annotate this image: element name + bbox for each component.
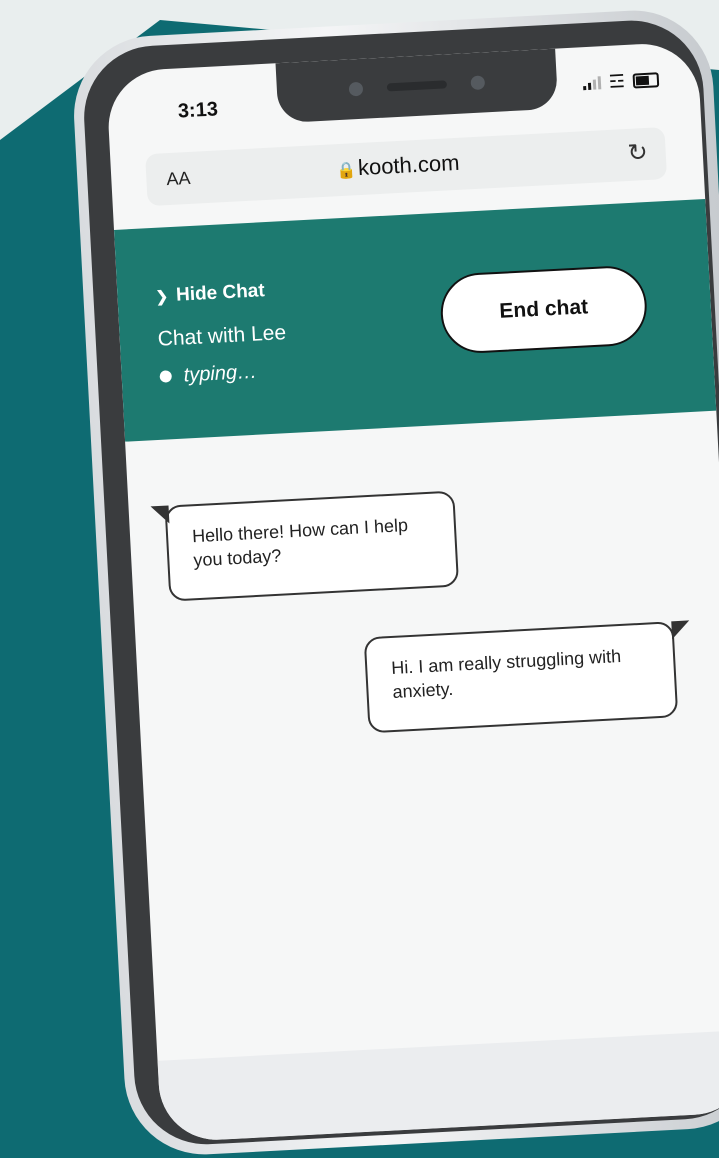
reload-icon[interactable]: ↻: [627, 138, 649, 168]
camera-dot: [470, 75, 486, 91]
speaker-grille: [386, 80, 448, 92]
message-bubble-outgoing: Hi. I am really struggling with anxiety.: [363, 620, 691, 734]
chat-header: ❯ Hide Chat Chat with Lee typing… End cha…: [114, 198, 717, 442]
message-text: Hello there! How can I help you today?: [191, 514, 409, 571]
phone: 3:13 ☲ AA 🔒kooth.com ↻ ❯ Hide Chat Chat …: [70, 6, 719, 1158]
hide-chat-button[interactable]: ❯ Hide Chat: [155, 280, 265, 308]
typing-indicator: typing…: [159, 360, 258, 389]
battery-icon: [632, 72, 660, 89]
typing-status: typing…: [183, 360, 258, 387]
browser-address-bar[interactable]: AA 🔒kooth.com ↻: [145, 127, 668, 207]
lock-icon: 🔒: [335, 162, 357, 181]
message-text: Hi. I am really struggling with anxiety.: [390, 646, 622, 702]
message-list: Hello there! How can I help you today? H…: [125, 411, 719, 1041]
chat-partner-name: Chat with Lee: [157, 321, 287, 351]
hide-chat-label: Hide Chat: [175, 280, 266, 306]
wifi-icon: ☲: [608, 71, 626, 92]
status-dot-icon: [159, 370, 173, 383]
phone-screen: 3:13 ☲ AA 🔒kooth.com ↻ ❯ Hide Chat Chat …: [105, 41, 719, 1143]
status-icons: ☲: [582, 69, 660, 94]
status-time: 3:13: [177, 98, 219, 123]
sensor-dot: [348, 81, 364, 97]
url-display[interactable]: 🔒kooth.com: [335, 150, 460, 182]
signal-icon: [582, 76, 602, 91]
message-bubble-incoming: Hello there! How can I help you today?: [150, 490, 460, 602]
chevron-down-icon: ❯: [155, 288, 169, 306]
phone-bezel: 3:13 ☲ AA 🔒kooth.com ↻ ❯ Hide Chat Chat …: [80, 17, 719, 1148]
bubble-tail: [671, 620, 691, 640]
text-size-button[interactable]: AA: [166, 168, 191, 190]
url-text: kooth.com: [357, 149, 461, 181]
bubble-tail: [150, 505, 170, 525]
end-chat-button[interactable]: End chat: [438, 264, 649, 355]
